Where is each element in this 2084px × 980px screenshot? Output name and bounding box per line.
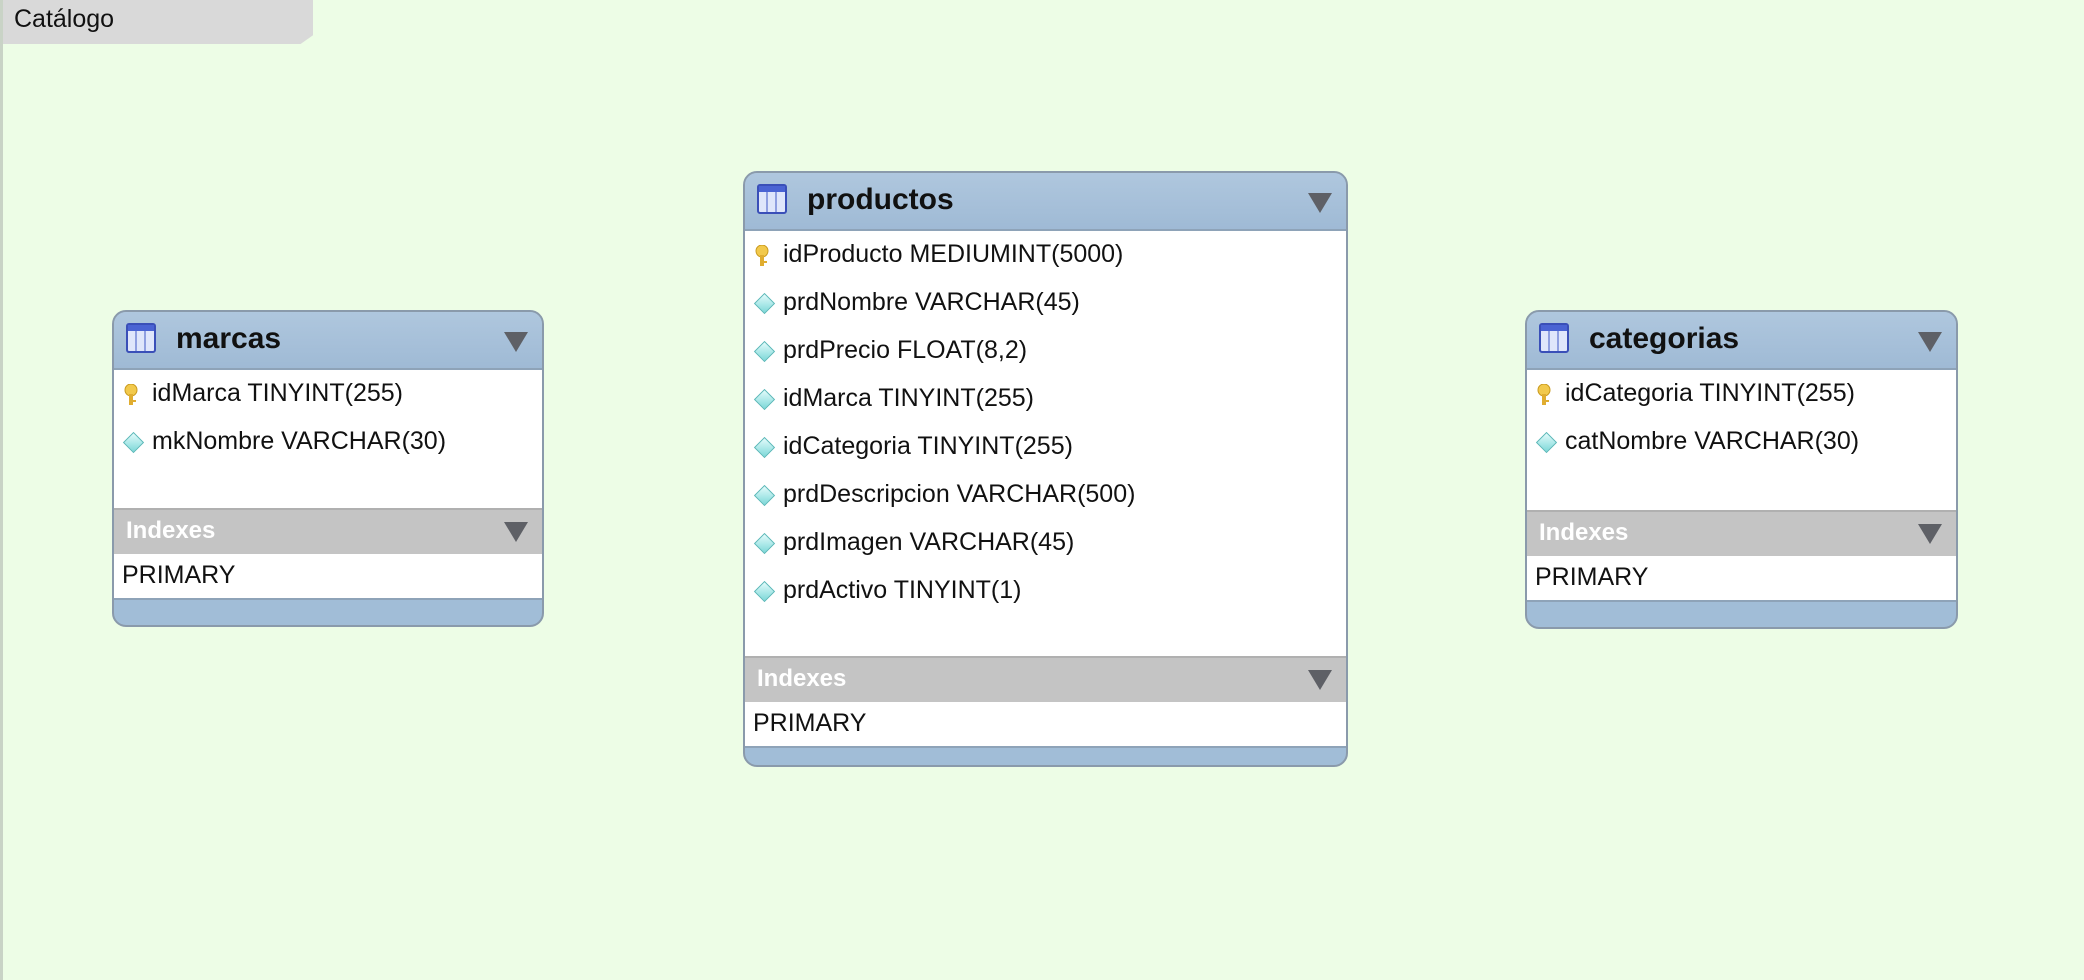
column-label: prdImagen VARCHAR(45): [783, 528, 1075, 556]
column-label: idMarca TINYINT(255): [152, 379, 403, 407]
indexes-header[interactable]: Indexes: [745, 656, 1346, 704]
indexes-list: PRIMARY: [745, 702, 1346, 748]
indexes-label: Indexes: [1539, 519, 1629, 546]
column-label: prdDescripcion VARCHAR(500): [783, 480, 1136, 508]
table-header[interactable]: marcas: [114, 312, 542, 370]
column-diamond-icon: [753, 340, 776, 363]
indexes-label: Indexes: [757, 665, 847, 692]
column-row[interactable]: idMarca TINYINT(255): [114, 370, 542, 418]
columns-list: idProducto MEDIUMINT(5000) prdNombre VAR…: [745, 231, 1346, 656]
indexes-header[interactable]: Indexes: [114, 508, 542, 556]
column-row[interactable]: idProducto MEDIUMINT(5000): [745, 231, 1346, 279]
column-diamond-icon: [753, 580, 776, 603]
column-label: mkNombre VARCHAR(30): [152, 427, 447, 455]
column-row[interactable]: catNombre VARCHAR(30): [1527, 418, 1956, 466]
collapse-triangle-icon[interactable]: [1918, 524, 1942, 544]
column-row[interactable]: prdPrecio FLOAT(8,2): [745, 327, 1346, 375]
table-icon: [1539, 323, 1569, 353]
primary-key-icon: [1537, 383, 1551, 411]
indexes-list: PRIMARY: [114, 554, 542, 600]
column-row[interactable]: idCategoria TINYINT(255): [745, 423, 1346, 471]
collapse-triangle-icon[interactable]: [1308, 670, 1332, 690]
index-item[interactable]: PRIMARY: [1535, 563, 1648, 592]
columns-list: idMarca TINYINT(255) mkNombre VARCHAR(30…: [114, 370, 542, 508]
indexes-label: Indexes: [126, 517, 216, 544]
column-diamond-icon: [753, 436, 776, 459]
column-diamond-icon: [1535, 431, 1558, 454]
column-diamond-icon: [753, 532, 776, 555]
column-row[interactable]: prdDescripcion VARCHAR(500): [745, 471, 1346, 519]
canvas-left-border: [0, 0, 3, 980]
index-item[interactable]: PRIMARY: [753, 709, 866, 738]
primary-key-icon: [755, 244, 769, 272]
column-label: prdNombre VARCHAR(45): [783, 288, 1080, 316]
table-name: categorias: [1589, 322, 1740, 355]
column-label: prdActivo TINYINT(1): [783, 576, 1022, 604]
column-label: idCategoria TINYINT(255): [1565, 379, 1855, 407]
column-label: prdPrecio FLOAT(8,2): [783, 336, 1028, 364]
table-name: marcas: [176, 322, 282, 355]
column-row[interactable]: idCategoria TINYINT(255): [1527, 370, 1956, 418]
collapse-triangle-icon[interactable]: [1918, 332, 1942, 352]
column-row[interactable]: idMarca TINYINT(255): [745, 375, 1346, 423]
column-label: idCategoria TINYINT(255): [783, 432, 1073, 460]
column-diamond-icon: [122, 431, 145, 454]
column-row[interactable]: prdImagen VARCHAR(45): [745, 519, 1346, 567]
column-row[interactable]: mkNombre VARCHAR(30): [114, 418, 542, 466]
collapse-triangle-icon[interactable]: [504, 332, 528, 352]
column-label: catNombre VARCHAR(30): [1565, 427, 1860, 455]
table-categorias[interactable]: categorias idCategoria TINYINT(255) catN…: [1525, 310, 1958, 629]
table-header[interactable]: categorias: [1527, 312, 1956, 370]
column-label: idProducto MEDIUMINT(5000): [783, 240, 1124, 268]
indexes-list: PRIMARY: [1527, 556, 1956, 602]
layer-tab[interactable]: Catálogo: [3, 0, 313, 44]
index-item[interactable]: PRIMARY: [122, 561, 235, 590]
column-row[interactable]: prdActivo TINYINT(1): [745, 567, 1346, 615]
table-header[interactable]: productos: [745, 173, 1346, 231]
layer-title: Catálogo: [14, 5, 115, 33]
column-diamond-icon: [753, 484, 776, 507]
table-productos[interactable]: productos idProducto MEDIUMINT(5000) prd…: [743, 171, 1348, 767]
column-label: idMarca TINYINT(255): [783, 384, 1034, 412]
primary-key-icon: [124, 383, 138, 411]
columns-list: idCategoria TINYINT(255) catNombre VARCH…: [1527, 370, 1956, 510]
table-icon: [757, 184, 787, 214]
indexes-header[interactable]: Indexes: [1527, 510, 1956, 558]
column-diamond-icon: [753, 292, 776, 315]
table-name: productos: [807, 183, 954, 216]
table-icon: [126, 323, 156, 353]
table-marcas[interactable]: marcas idMarca TINYINT(255) mkNombre VAR…: [112, 310, 544, 627]
collapse-triangle-icon[interactable]: [1308, 193, 1332, 213]
column-diamond-icon: [753, 388, 776, 411]
column-row[interactable]: prdNombre VARCHAR(45): [745, 279, 1346, 327]
collapse-triangle-icon[interactable]: [504, 522, 528, 542]
